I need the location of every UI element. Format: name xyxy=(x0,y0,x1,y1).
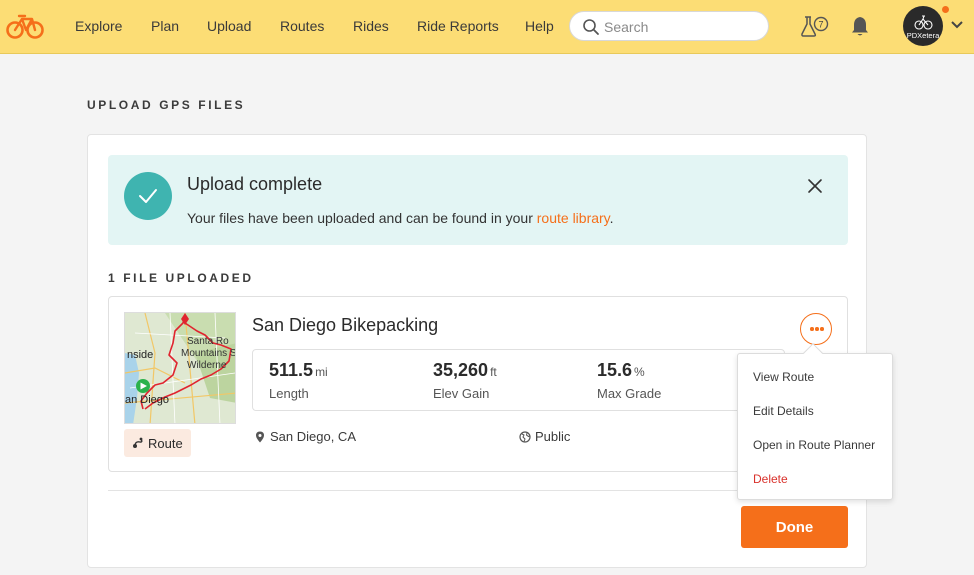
upload-success-banner: Upload complete Your files have been upl… xyxy=(108,155,848,245)
nav-help[interactable]: Help xyxy=(525,18,554,34)
nav-upload[interactable]: Upload xyxy=(207,18,251,34)
location-pin-icon xyxy=(256,431,264,442)
upload-card: Upload complete Your files have been upl… xyxy=(87,134,867,568)
route-icon xyxy=(133,437,143,448)
stat-label: Length xyxy=(269,386,309,401)
chevron-down-icon[interactable] xyxy=(950,20,964,30)
nav-routes[interactable]: Routes xyxy=(280,18,324,34)
top-navigation: Explore Plan Upload Routes Rides Ride Re… xyxy=(0,0,974,54)
stat-max-grade: 15.6% Max Grade xyxy=(597,360,661,401)
dot xyxy=(820,327,824,331)
stat-elev-gain: 35,260 ft Elev Gain xyxy=(433,360,497,401)
avatar-username: PDXetera xyxy=(906,31,940,40)
route-name[interactable]: San Diego Bikepacking xyxy=(252,315,438,336)
nav-rides[interactable]: Rides xyxy=(353,18,389,34)
nav-plan[interactable]: Plan xyxy=(151,18,179,34)
user-avatar[interactable]: PDXetera xyxy=(903,6,943,46)
route-type-label: Route xyxy=(148,435,183,451)
labs-flask-icon[interactable]: 7 xyxy=(800,15,830,37)
stat-unit: ft xyxy=(490,365,497,379)
menu-item-open-in-route-planner[interactable]: Open in Route Planner xyxy=(753,438,875,452)
globe-icon xyxy=(519,430,531,443)
labs-badge-count: 7 xyxy=(818,20,823,30)
files-uploaded-heading: 1 FILE UPLOADED xyxy=(108,271,254,285)
more-options-button[interactable] xyxy=(800,313,832,345)
stat-unit: % xyxy=(634,365,645,379)
stat-unit: mi xyxy=(315,365,328,379)
menu-item-edit-details[interactable]: Edit Details xyxy=(753,404,814,418)
stat-value: 35,260 xyxy=(433,360,489,380)
bike-avatar-icon xyxy=(914,15,933,30)
route-type-badge: Route xyxy=(124,429,191,457)
route-map-thumbnail[interactable]: nside an Diego Santa Ro Mountains S Wild… xyxy=(124,312,236,424)
stat-label: Max Grade xyxy=(597,386,662,401)
stat-value: 511.5 xyxy=(269,360,314,380)
map-label: Santa Ro xyxy=(187,336,229,347)
banner-message-end: . xyxy=(609,210,614,226)
nav-explore[interactable]: Explore xyxy=(75,18,122,34)
visibility-text: Public xyxy=(535,429,571,444)
route-visibility: Public xyxy=(519,429,570,444)
map-label: an Diego xyxy=(125,394,169,406)
notification-dot xyxy=(942,6,949,13)
done-button[interactable]: Done xyxy=(741,506,848,548)
route-location: San Diego, CA xyxy=(254,429,356,444)
check-circle-icon xyxy=(124,172,172,220)
route-stats-panel: 511.5 mi Length 35,260 ft Elev Gain 15.6% … xyxy=(252,349,785,411)
map-label: Wilderne xyxy=(187,360,227,371)
route-library-link[interactable]: route library xyxy=(537,210,610,226)
close-icon[interactable] xyxy=(806,177,824,195)
notifications-bell-icon[interactable] xyxy=(850,15,870,37)
map-label: nside xyxy=(127,349,153,361)
location-text: San Diego, CA xyxy=(270,429,356,444)
menu-item-delete[interactable]: Delete xyxy=(753,472,788,486)
map-label: Mountains S xyxy=(181,348,236,359)
search-box[interactable] xyxy=(569,11,769,41)
banner-message-text: Your files have been uploaded and can be… xyxy=(187,210,537,226)
search-icon xyxy=(583,19,599,35)
dot xyxy=(810,327,814,331)
stat-length: 511.5 mi Length xyxy=(269,360,328,401)
stat-label: Elev Gain xyxy=(433,386,490,401)
menu-item-view-route[interactable]: View Route xyxy=(753,370,814,384)
page-title: UPLOAD GPS FILES xyxy=(87,98,246,112)
banner-title: Upload complete xyxy=(187,174,323,194)
search-input[interactable] xyxy=(604,18,754,36)
dot xyxy=(815,327,819,331)
banner-message: Your files have been uploaded and can be… xyxy=(187,210,614,226)
stat-value: 15.6 xyxy=(597,360,633,380)
ride-with-gps-logo-icon[interactable] xyxy=(6,10,44,42)
nav-ride-reports[interactable]: Ride Reports xyxy=(417,18,499,34)
route-options-menu: View Route Edit Details Open in Route Pl… xyxy=(737,353,893,500)
